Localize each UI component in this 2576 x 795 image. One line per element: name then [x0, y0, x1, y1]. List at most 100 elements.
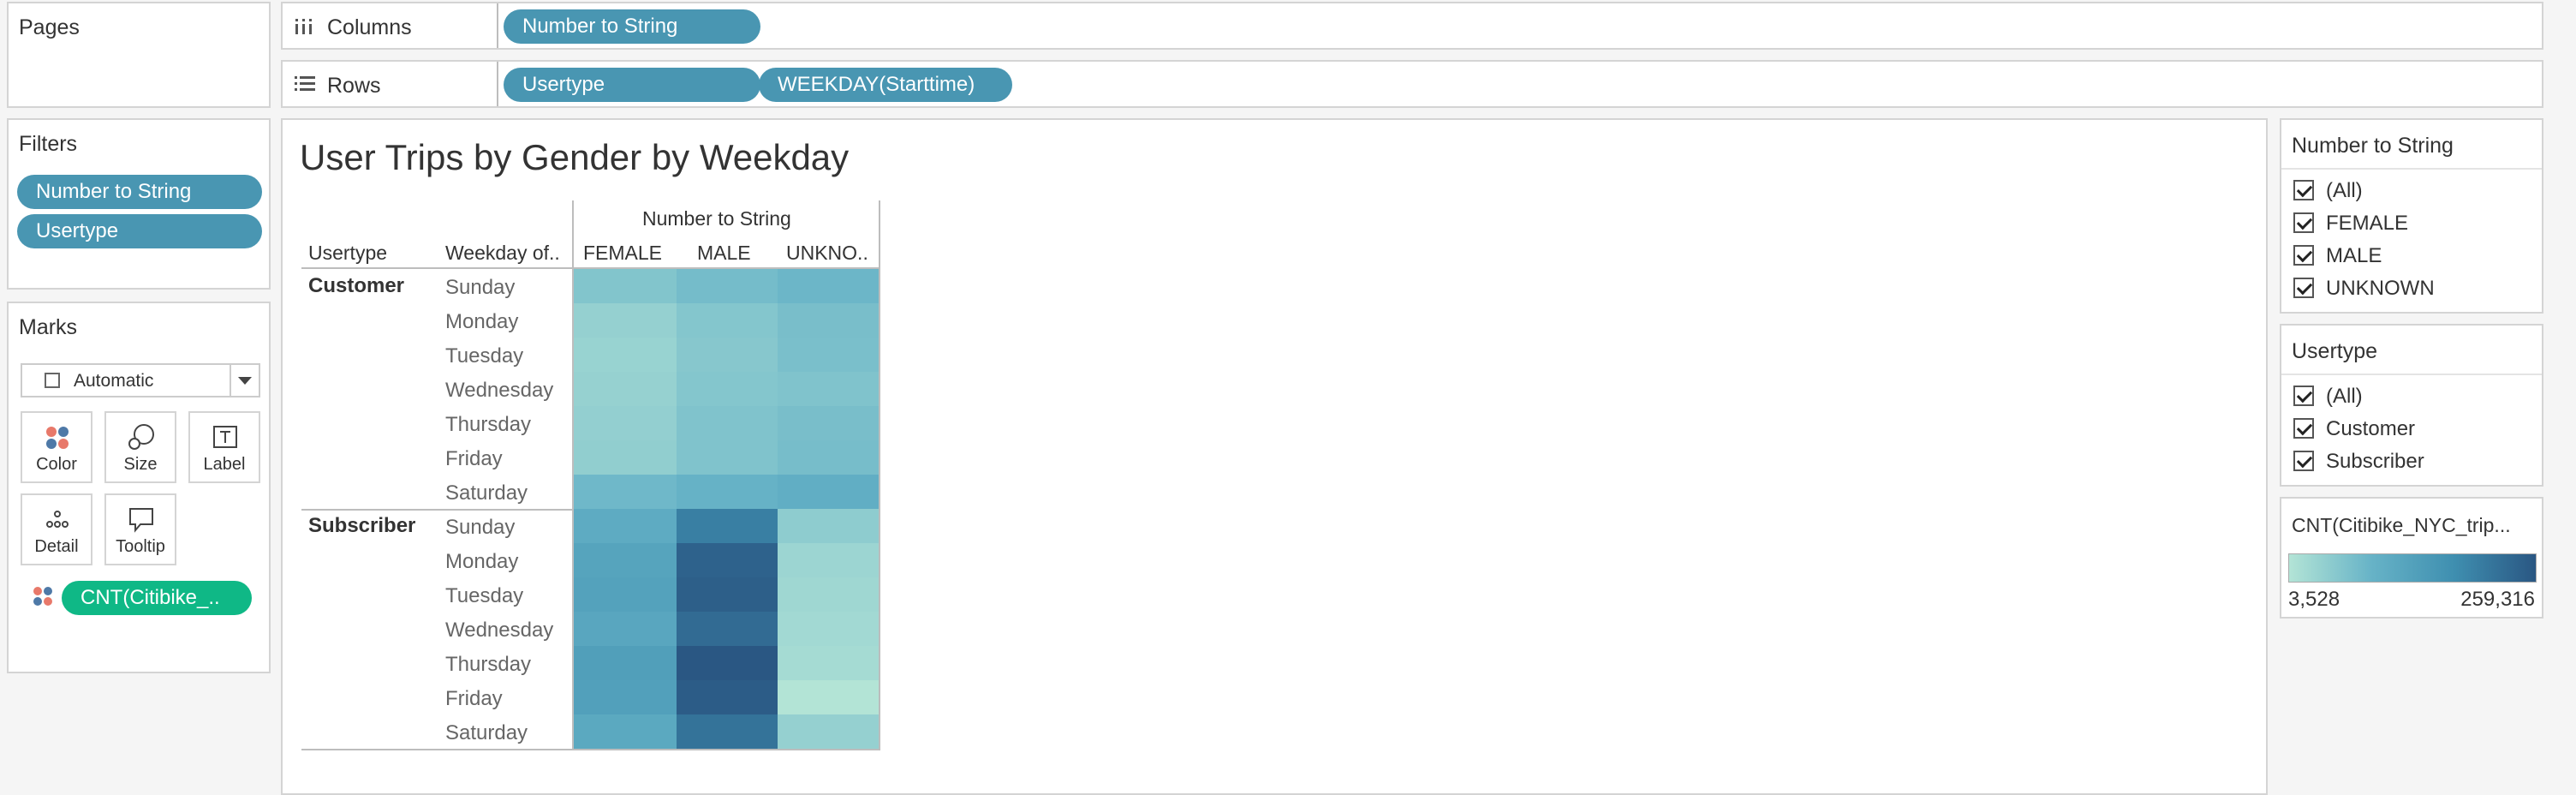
heatmap-cell[interactable]	[778, 338, 879, 372]
filter-option-female[interactable]: FEMALE	[2293, 211, 2408, 236]
checkbox-checked-icon[interactable]	[2293, 212, 2314, 233]
heatmap-cell[interactable]	[677, 303, 779, 338]
heatmap-cell[interactable]	[677, 680, 779, 714]
tooltip-card-button[interactable]: Tooltip	[104, 493, 176, 565]
heatmap-cell[interactable]	[677, 372, 779, 406]
filter-card-usertype: Usertype (All) Customer Subscriber	[2280, 324, 2543, 487]
heatmap-cell[interactable]	[677, 406, 779, 440]
rows-pill-weekday[interactable]: WEEKDAY(Starttime)	[759, 68, 1012, 102]
columns-shelf[interactable]: Columns Number to String	[281, 2, 2543, 50]
heatmap-cell[interactable]	[574, 680, 677, 714]
heatmap-cell[interactable]	[778, 543, 879, 577]
checkbox-checked-icon[interactable]	[2293, 385, 2314, 406]
heatmap-cell[interactable]	[574, 475, 677, 509]
heatmap-cell[interactable]	[574, 646, 677, 680]
heatmap-cell[interactable]	[574, 714, 677, 749]
heatmap-cell[interactable]	[677, 440, 779, 475]
mark-type-label: Automatic	[74, 371, 154, 391]
heatmap-cell[interactable]	[574, 440, 677, 475]
color-legend-gradient	[2288, 553, 2537, 583]
mark-type-dropdown[interactable]: Automatic	[21, 363, 260, 398]
checkbox-checked-icon[interactable]	[2293, 244, 2314, 266]
checkbox-checked-icon[interactable]	[2293, 179, 2314, 200]
heatmap-cell[interactable]	[778, 475, 879, 509]
color-legend-max: 259,316	[2460, 588, 2535, 611]
size-card-button[interactable]: Size	[104, 411, 176, 483]
heatmap-cell[interactable]	[778, 440, 879, 475]
filter-option-male[interactable]: MALE	[2293, 243, 2382, 269]
filter-card-title: Usertype	[2292, 339, 2378, 363]
text-label-icon	[213, 426, 237, 448]
heatmap-cell[interactable]	[677, 509, 779, 543]
weekday-label: Friday	[445, 687, 503, 710]
filter-card-number-to-string: Number to String (All) FEMALE MALE UNKNO…	[2280, 118, 2543, 314]
color-legend: CNT(Citibike_NYC_trip... 3,528 259,316	[2280, 497, 2543, 619]
heatmap-cell[interactable]	[574, 577, 677, 612]
heatmap-cell[interactable]	[677, 612, 779, 646]
column-header-male: MALE	[697, 242, 751, 264]
columns-pill-number-to-string[interactable]: Number to String	[504, 9, 760, 44]
weekday-label: Saturday	[445, 481, 528, 505]
weekday-label: Friday	[445, 447, 503, 470]
weekday-label: Tuesday	[445, 584, 524, 607]
weekday-label: Thursday	[445, 413, 532, 436]
detail-card-label: Detail	[34, 537, 79, 556]
heatmap-cell[interactable]	[574, 612, 677, 646]
heatmap-cell[interactable]	[574, 543, 677, 577]
marks-field-pill[interactable]: CNT(Citibike_..	[62, 581, 252, 615]
heatmap-cell[interactable]	[778, 646, 879, 680]
detail-card-button[interactable]: Detail	[21, 493, 92, 565]
filter-pill-usertype[interactable]: Usertype	[17, 214, 262, 248]
heatmap-cell[interactable]	[778, 612, 879, 646]
filters-shelf[interactable]: Filters Number to String Usertype	[7, 118, 271, 290]
checkbox-checked-icon[interactable]	[2293, 450, 2314, 471]
heatmap-cell[interactable]	[677, 577, 779, 612]
checkbox-checked-icon[interactable]	[2293, 417, 2314, 439]
column-header-female: FEMALE	[583, 242, 663, 264]
heatmap-cell[interactable]	[574, 269, 677, 303]
detail-dots-icon	[46, 511, 69, 528]
row-header-usertype: Usertype	[308, 242, 388, 264]
column-group-header: Number to String	[642, 207, 791, 230]
checkbox-checked-icon[interactable]	[2293, 277, 2314, 298]
weekday-label: Wednesday	[445, 619, 554, 642]
heatmap-cell[interactable]	[574, 509, 677, 543]
heatmap-cell[interactable]	[677, 475, 779, 509]
heatmap-cell[interactable]	[677, 269, 779, 303]
tooltip-bubble-icon	[129, 508, 153, 533]
tooltip-card-label: Tooltip	[116, 537, 165, 556]
heatmap-cell[interactable]	[574, 303, 677, 338]
heatmap-cell[interactable]	[574, 338, 677, 372]
heatmap-cell[interactable]	[778, 303, 879, 338]
heatmap-cell[interactable]	[677, 543, 779, 577]
weekday-label: Thursday	[445, 653, 532, 676]
rows-pill-usertype[interactable]: Usertype	[504, 68, 760, 102]
label-card-button[interactable]: Label	[188, 411, 260, 483]
heatmap-cell[interactable]	[677, 646, 779, 680]
filter-option-all[interactable]: (All)	[2293, 178, 2363, 204]
filter-option-all[interactable]: (All)	[2293, 384, 2363, 409]
filter-option-customer[interactable]: Customer	[2293, 416, 2415, 442]
heatmap-cell[interactable]	[574, 372, 677, 406]
weekday-label: Sunday	[445, 516, 516, 539]
heatmap-cell[interactable]	[778, 269, 879, 303]
label-card-label: Label	[203, 455, 246, 474]
heatmap-cell[interactable]	[677, 338, 779, 372]
pages-shelf[interactable]: Pages	[7, 2, 271, 108]
heatmap-cell[interactable]	[778, 406, 879, 440]
heatmap-cell[interactable]	[778, 680, 879, 714]
heatmap-cell[interactable]	[778, 509, 879, 543]
color-legend-min: 3,528	[2288, 588, 2340, 611]
heatmap-cell[interactable]	[778, 714, 879, 749]
filter-option-unknown[interactable]: UNKNOWN	[2293, 276, 2435, 302]
heatmap-cell[interactable]	[778, 372, 879, 406]
filter-option-subscriber[interactable]: Subscriber	[2293, 449, 2424, 475]
heatmap-cell[interactable]	[574, 406, 677, 440]
heatmap-cell[interactable]	[677, 714, 779, 749]
rows-shelf[interactable]: Rows Usertype WEEKDAY(Starttime)	[281, 60, 2543, 108]
heatmap-cell[interactable]	[778, 577, 879, 612]
columns-icon	[295, 19, 312, 34]
weekday-label: Monday	[445, 550, 519, 573]
filter-pill-number-to-string[interactable]: Number to String	[17, 175, 262, 209]
color-card-button[interactable]: Color	[21, 411, 92, 483]
